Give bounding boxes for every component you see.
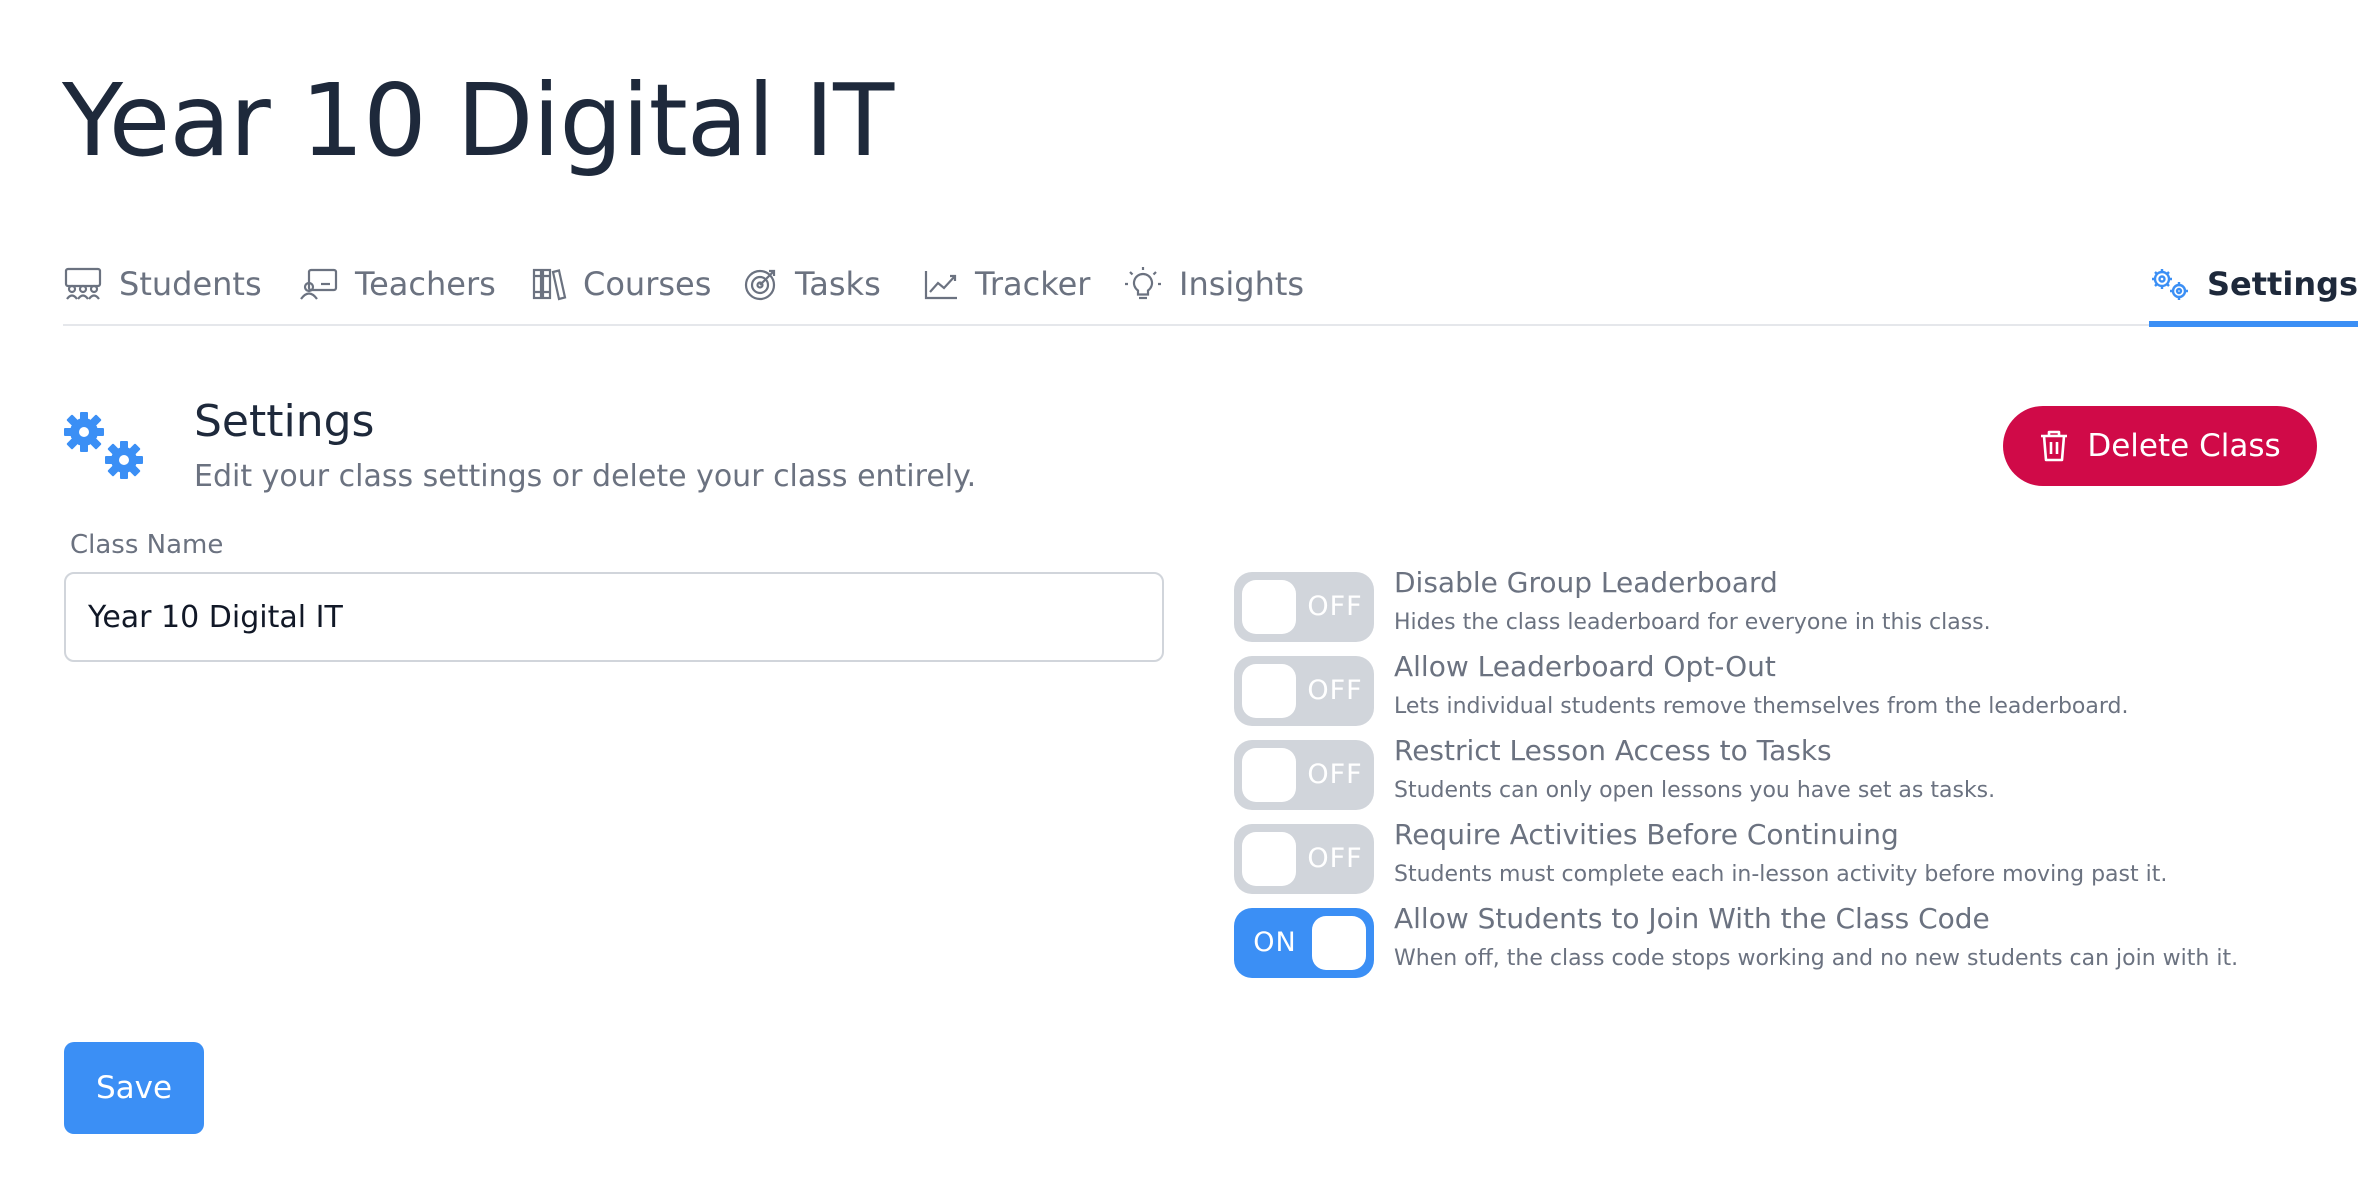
class-settings-page: Year 10 Digital IT Students Teachers Cou… (0, 0, 2380, 1192)
page-title: Year 10 Digital IT (62, 62, 894, 179)
toggle-title: Disable Group Leaderboard (1394, 566, 1778, 599)
tab-teachers[interactable]: Teachers (299, 244, 496, 324)
toggle-description: Students can only open lessons you have … (1394, 778, 1996, 803)
toggle-knob (1242, 664, 1296, 718)
toggle-knob (1312, 916, 1366, 970)
tab-insights[interactable]: Insights (1123, 244, 1304, 324)
toggle-state: OFF (1307, 675, 1363, 706)
toggle-state: ON (1253, 927, 1297, 958)
toggle-row-require-activities: OFF Require Activities Before Continuing… (1234, 818, 2324, 894)
tab-students[interactable]: Students (63, 244, 262, 324)
delete-class-label: Delete Class (2087, 428, 2281, 464)
teacher-icon (300, 268, 338, 300)
toggle-title: Allow Leaderboard Opt-Out (1394, 650, 1776, 683)
tab-label: Tracker (975, 265, 1091, 303)
section-subtitle: Edit your class settings or delete your … (194, 459, 977, 494)
disable-leaderboard-toggle[interactable]: OFF (1234, 572, 1374, 642)
tab-tasks[interactable]: Tasks (743, 244, 881, 324)
toggle-row-restrict-lesson-access: OFF Restrict Lesson Access to Tasks Stud… (1234, 734, 2324, 810)
save-button[interactable]: Save (64, 1042, 204, 1134)
toggle-knob (1242, 832, 1296, 886)
section-title: Settings (194, 396, 375, 447)
restrict-lesson-access-toggle[interactable]: OFF (1234, 740, 1374, 810)
toggle-row-disable-leaderboard: OFF Disable Group Leaderboard Hides the … (1234, 566, 2324, 642)
class-name-label: Class Name (70, 530, 224, 560)
toggle-description: Lets individual students remove themselv… (1394, 694, 2129, 719)
tab-label: Teachers (355, 265, 496, 303)
tab-bar: Students Teachers Courses Tasks Tracker … (63, 244, 2359, 327)
tab-label: Insights (1179, 265, 1305, 303)
tab-label: Students (119, 265, 262, 303)
toggle-title: Require Activities Before Continuing (1394, 818, 1899, 851)
join-with-class-code-toggle[interactable]: ON (1234, 908, 1374, 978)
tab-label: Settings (2207, 265, 2359, 303)
tab-label: Tasks (795, 265, 881, 303)
tab-label: Courses (583, 265, 712, 303)
toggle-row-leaderboard-opt-out: OFF Allow Leaderboard Opt-Out Lets indiv… (1234, 650, 2324, 726)
toggle-title: Allow Students to Join With the Class Co… (1394, 902, 1990, 935)
books-icon (532, 268, 567, 301)
class-name-input[interactable] (64, 572, 1164, 662)
tab-settings[interactable]: Settings (2149, 244, 2359, 327)
toggle-knob (1242, 748, 1296, 802)
lightbulb-icon (1125, 267, 1161, 300)
target-icon (744, 269, 776, 301)
toggle-description: Hides the class leaderboard for everyone… (1394, 610, 1991, 635)
leaderboard-opt-out-toggle[interactable]: OFF (1234, 656, 1374, 726)
gears-icon (2152, 269, 2188, 300)
trend-chart-icon (924, 271, 957, 300)
toggle-knob (1242, 580, 1296, 634)
tab-courses[interactable]: Courses (531, 244, 711, 324)
delete-class-button[interactable]: Delete Class (2003, 406, 2317, 486)
tab-tracker[interactable]: Tracker (923, 244, 1090, 324)
toggle-state: OFF (1307, 591, 1363, 622)
toggle-title: Restrict Lesson Access to Tasks (1394, 734, 1832, 767)
toggle-description: When off, the class code stops working a… (1394, 946, 2239, 971)
require-activities-toggle[interactable]: OFF (1234, 824, 1374, 894)
toggle-row-join-with-class-code: ON Allow Students to Join With the Class… (1234, 902, 2324, 978)
toggle-state: OFF (1307, 759, 1363, 790)
toggle-description: Students must complete each in-lesson ac… (1394, 862, 2168, 887)
settings-gears-icon (64, 412, 143, 479)
toggle-state: OFF (1307, 843, 1363, 874)
students-icon (64, 267, 102, 300)
trash-icon (2041, 430, 2068, 462)
